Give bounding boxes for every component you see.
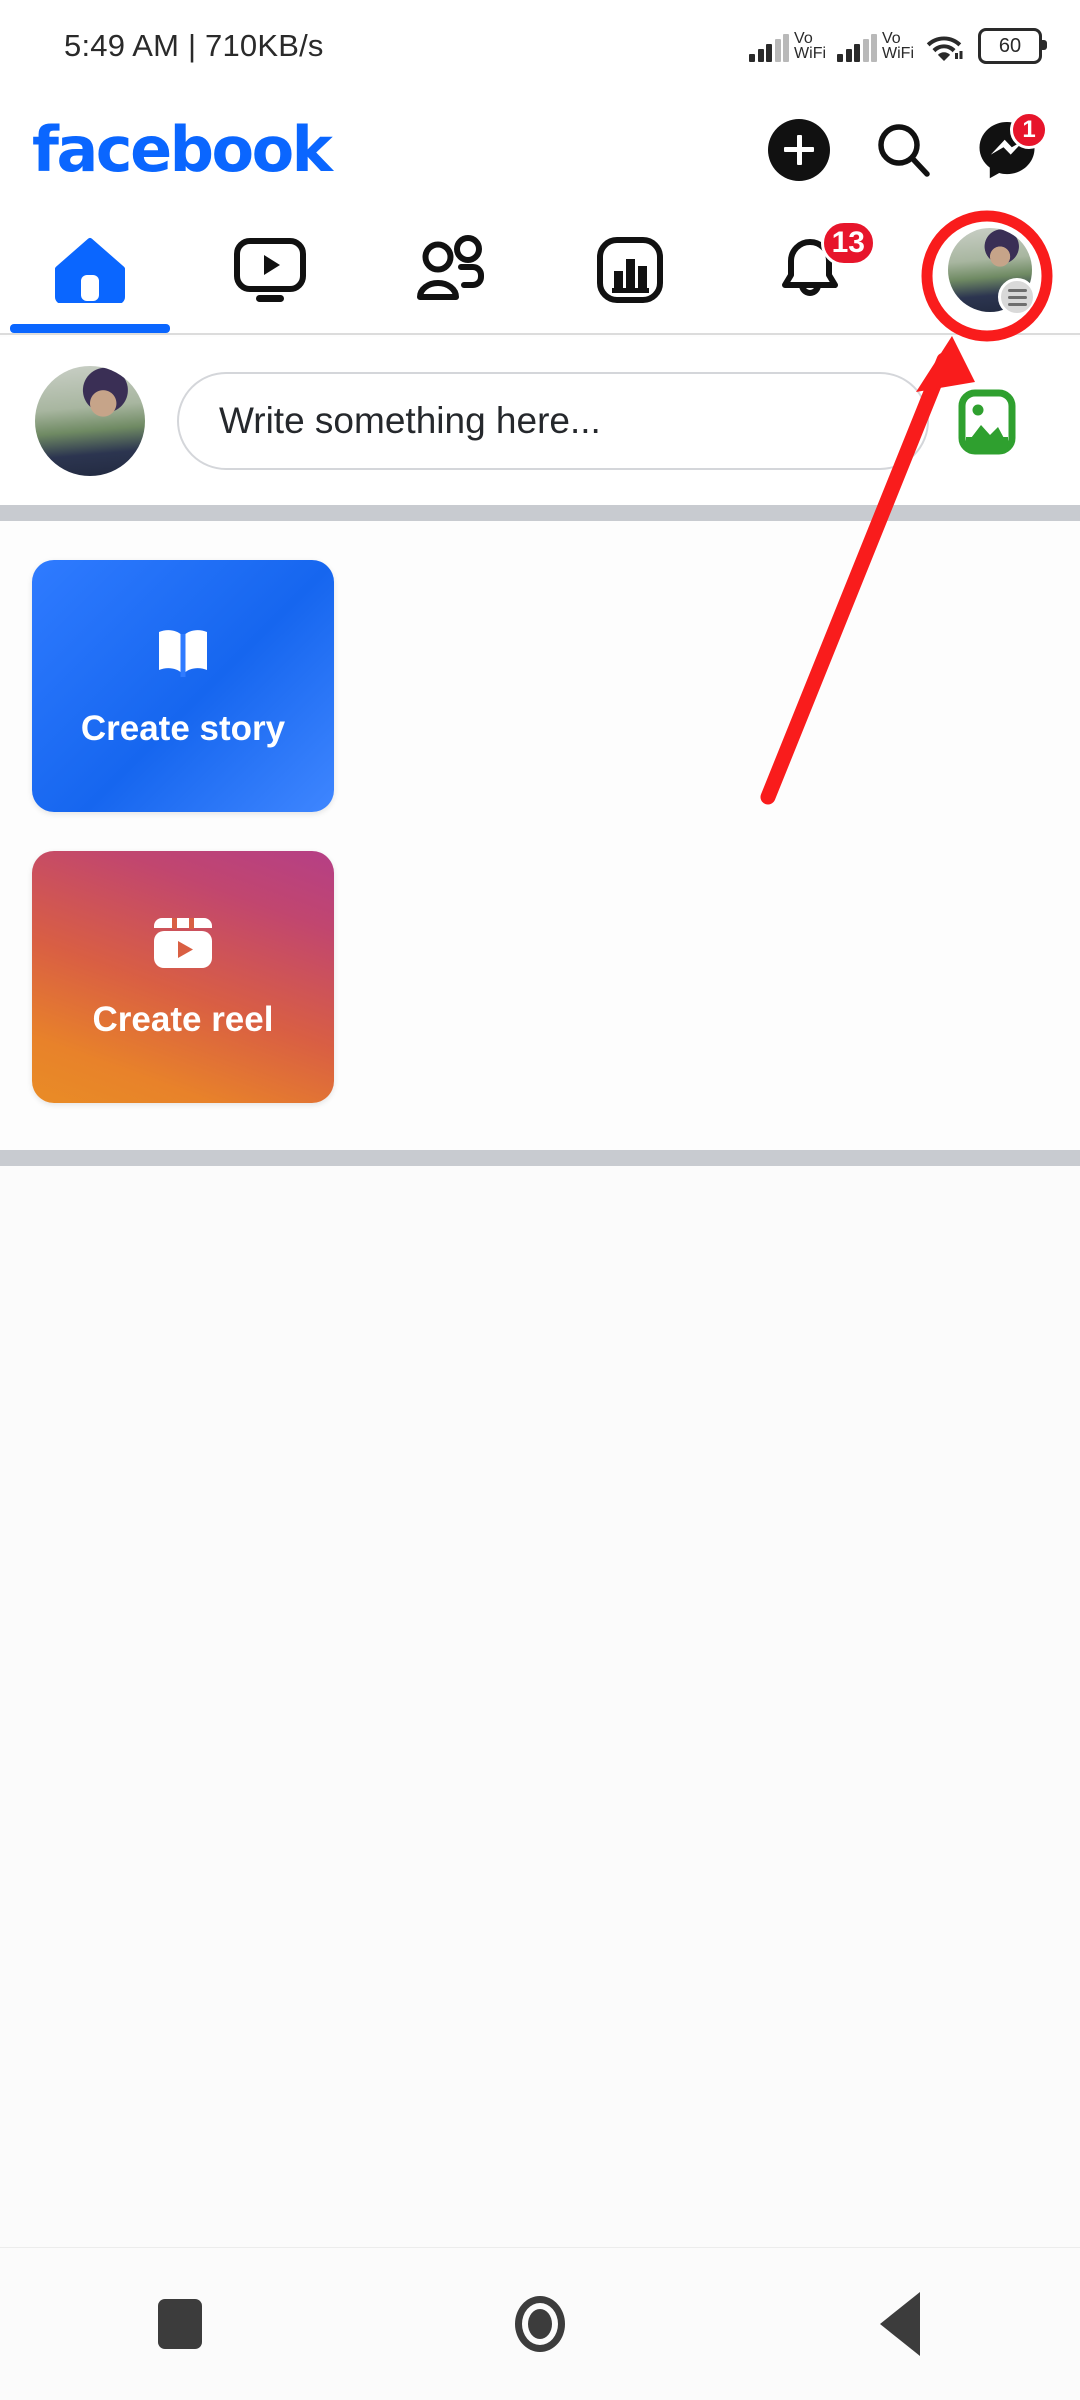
friends-icon[interactable]: [411, 235, 489, 305]
news-feed-area: [0, 1166, 1080, 2248]
sim2-signal-indicator: Vo WiFi: [837, 29, 914, 62]
status-time-and-network-speed: 5:49 AM | 710KB/s: [64, 28, 324, 63]
sim1-volte-wifi-label: Vo WiFi: [794, 29, 827, 62]
status-bar-icons: Vo WiFi Vo WiFi 60: [749, 28, 1047, 64]
sim1-vo-text: Vo: [794, 29, 813, 47]
marketplace-icon[interactable]: [595, 235, 665, 305]
create-story-card[interactable]: Create story: [32, 560, 334, 812]
hamburger-menu-icon[interactable]: [998, 278, 1036, 316]
signal-bars-icon: [749, 33, 790, 62]
battery-icon: 60: [978, 28, 1047, 64]
sim2-wifi-text: WiFi: [882, 44, 914, 62]
recents-square-icon[interactable]: [120, 2274, 240, 2374]
wifi-icon: [926, 36, 963, 61]
create-button[interactable]: [768, 118, 830, 181]
plus-icon[interactable]: [768, 118, 830, 181]
home-icon[interactable]: [54, 237, 126, 303]
sim2-vo-text: Vo: [882, 29, 901, 47]
sim1-signal-indicator: Vo WiFi: [749, 29, 827, 62]
stories-section: Create story Create reel: [0, 521, 1080, 1150]
section-divider: [0, 1150, 1080, 1166]
tab-notifications[interactable]: 13: [720, 207, 900, 333]
tab-video[interactable]: [180, 207, 360, 333]
facebook-app-header: facebook 1: [0, 92, 1080, 207]
home-circle-icon[interactable]: [480, 2274, 600, 2374]
facebook-tab-bar: 13: [0, 207, 1080, 335]
android-status-bar: 5:49 AM | 710KB/s Vo WiFi Vo WiFi 60: [0, 0, 1080, 92]
signal-bars-icon: [837, 33, 878, 62]
composer-placeholder: Write something here...: [219, 400, 601, 441]
messenger-unread-badge: 1: [1010, 110, 1048, 149]
phone-screen: 5:49 AM | 710KB/s Vo WiFi Vo WiFi 60 fac…: [0, 0, 1080, 2400]
sim2-volte-wifi-label: Vo WiFi: [882, 29, 914, 62]
section-divider: [0, 505, 1080, 521]
avatar-menu-icon[interactable]: [948, 228, 1036, 316]
android-navigation-bar: [0, 2247, 1080, 2400]
tab-menu-profile[interactable]: [900, 207, 1080, 333]
reel-icon: [154, 918, 212, 968]
active-tab-indicator: [10, 324, 170, 333]
composer-avatar[interactable]: [35, 366, 145, 476]
book-icon: [159, 630, 207, 677]
composer-input[interactable]: Write something here...: [177, 372, 929, 470]
photo-gallery-icon[interactable]: [957, 385, 1017, 457]
tab-marketplace[interactable]: [540, 207, 720, 333]
tab-home[interactable]: [0, 207, 180, 333]
create-reel-label: Create reel: [92, 1000, 274, 1039]
facebook-logo[interactable]: facebook: [32, 118, 333, 181]
post-composer: Write something here...: [0, 337, 1080, 505]
create-story-label: Create story: [80, 709, 286, 748]
battery-percentage: 60: [998, 35, 1022, 57]
back-triangle-icon[interactable]: [840, 2274, 960, 2374]
tab-friends[interactable]: [360, 207, 540, 333]
sim1-wifi-text: WiFi: [794, 44, 827, 62]
search-button[interactable]: [872, 119, 934, 181]
bell-icon[interactable]: 13: [774, 220, 876, 306]
create-reel-card[interactable]: Create reel: [32, 851, 334, 1103]
header-action-buttons: 1: [768, 110, 1048, 181]
notifications-unread-badge: 13: [820, 220, 876, 266]
messenger-button[interactable]: 1: [976, 110, 1048, 181]
search-icon[interactable]: [872, 119, 934, 181]
video-icon[interactable]: [232, 235, 308, 305]
